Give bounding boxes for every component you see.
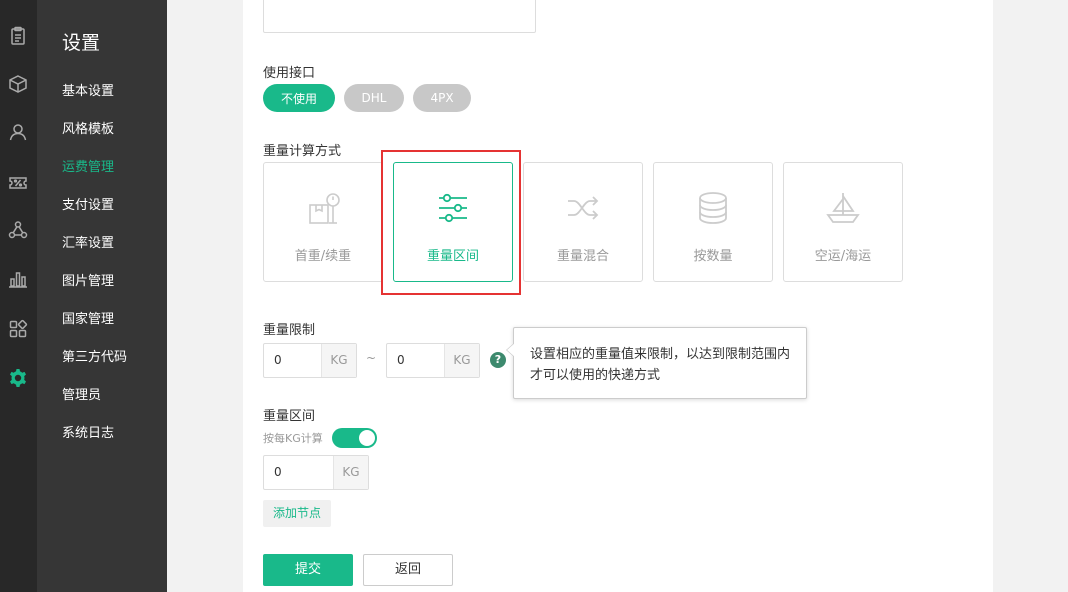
sidebar-item-third-party-code[interactable]: 第三方代码 — [62, 346, 127, 365]
per-kg-label: 按每KG计算 — [263, 432, 323, 445]
network-icon[interactable] — [7, 219, 29, 241]
help-icon[interactable]: ? — [490, 352, 506, 368]
calc-method-weight-mixed[interactable]: 重量混合 — [523, 162, 643, 282]
discount-icon[interactable] — [7, 172, 29, 194]
api-option-4px[interactable]: 4PX — [413, 84, 471, 112]
weight-limit-min-value[interactable]: 0 — [264, 344, 321, 377]
sidebar-item-system-log[interactable]: 系统日志 — [62, 422, 114, 441]
per-kg-toggle[interactable] — [332, 428, 377, 448]
calc-method-first-continued[interactable]: 首重/续重 — [263, 162, 383, 282]
sidebar-item-images[interactable]: 图片管理 — [62, 270, 114, 289]
sidebar-item-admins[interactable]: 管理员 — [62, 384, 101, 403]
weight-limit-max-value[interactable]: 0 — [387, 344, 444, 377]
api-label: 使用接口 — [263, 66, 316, 81]
add-node-button[interactable]: 添加节点 — [263, 500, 331, 527]
shuffle-icon — [568, 196, 599, 220]
weight-range-label: 重量区间 — [263, 409, 316, 424]
top-text-input[interactable] — [263, 0, 536, 33]
weight-limit-min[interactable]: 0 KG — [263, 343, 357, 378]
back-button[interactable]: 返回 — [363, 554, 453, 586]
api-option-none[interactable]: 不使用 — [263, 84, 335, 112]
icon-bar — [0, 0, 37, 592]
weight-limit-label: 重量限制 — [263, 323, 316, 338]
submit-button[interactable]: 提交 — [263, 554, 353, 586]
unit-label: KG — [321, 344, 356, 377]
calc-method-by-quantity[interactable]: 按数量 — [653, 162, 773, 282]
sidebar-item-theme[interactable]: 风格模板 — [62, 118, 114, 137]
weight-limit-max[interactable]: 0 KG — [386, 343, 480, 378]
calc-method-label-3: 按数量 — [693, 249, 733, 264]
scale-box-icon — [309, 193, 340, 224]
sidebar-item-shipping[interactable]: 运费管理 — [62, 156, 114, 175]
calc-method-label-0: 首重/续重 — [294, 249, 352, 264]
sidebar-title: 设置 — [62, 32, 101, 54]
highlight-box — [381, 150, 521, 295]
sidebar-item-basic[interactable]: 基本设置 — [62, 80, 114, 99]
sidebar-item-countries[interactable]: 国家管理 — [62, 308, 114, 327]
weight-range-value[interactable]: 0 — [264, 456, 333, 489]
box-icon[interactable] — [7, 73, 29, 95]
weight-range-input[interactable]: 0 KG — [263, 455, 369, 490]
gear-icon[interactable] — [7, 367, 29, 389]
unit-label: KG — [333, 456, 368, 489]
clipboard-icon[interactable] — [7, 25, 29, 47]
calc-method-label-4: 空运/海运 — [814, 249, 872, 264]
calc-method-label-2: 重量混合 — [556, 249, 609, 264]
toggle-knob — [359, 430, 375, 446]
api-option-dhl[interactable]: DHL — [344, 84, 404, 112]
sidebar-item-payment[interactable]: 支付设置 — [62, 194, 114, 213]
user-icon[interactable] — [7, 121, 29, 143]
unit-label: KG — [444, 344, 479, 377]
settings-sidebar: 设置 基本设置 风格模板 运费管理 支付设置 汇率设置 图片管理 国家管理 第三… — [37, 0, 167, 592]
help-tooltip: 设置相应的重量值来限制，以达到限制范围内才可以使用的快递方式 — [506, 327, 807, 399]
sidebar-item-exchange-rate[interactable]: 汇率设置 — [62, 232, 114, 251]
database-icon — [699, 192, 727, 224]
apps-icon[interactable] — [7, 318, 29, 340]
range-tilde: ~ — [366, 351, 377, 365]
chart-icon[interactable] — [7, 268, 29, 290]
ship-icon — [826, 193, 860, 223]
calc-method-label: 重量计算方式 — [263, 144, 342, 159]
calc-method-air-sea[interactable]: 空运/海运 — [783, 162, 903, 282]
